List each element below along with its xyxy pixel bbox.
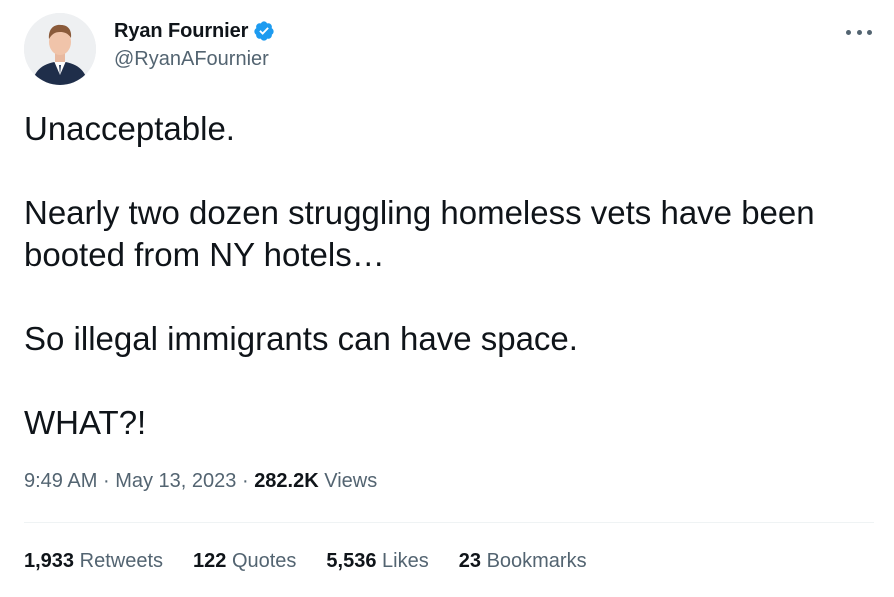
retweets-count: 1,933 [24, 550, 75, 572]
tweet-meta: 9:49 AM · May 13, 2023 · 282.2K Views [24, 470, 377, 493]
more-dot [867, 29, 872, 35]
meta-separator: · [102, 470, 110, 492]
divider [24, 522, 874, 523]
more-dot [846, 29, 851, 35]
tweet-paragraph: So illegal immigrants can have space. [24, 320, 578, 357]
avatar[interactable] [24, 13, 96, 85]
more-dot [856, 29, 862, 35]
author-name-row: Ryan Fournier [114, 16, 275, 46]
bookmarks-count: 23 [458, 550, 481, 572]
likes-count: 5,536 [326, 550, 377, 572]
meta-separator: · [241, 470, 249, 492]
more-horizontal-icon[interactable] [846, 22, 872, 42]
likes-label: Likes [382, 550, 429, 572]
tweet-date[interactable]: May 13, 2023 [115, 470, 236, 492]
views-count: 282.2K [254, 470, 319, 492]
quotes-stat[interactable]: 122 Quotes [193, 550, 296, 573]
quotes-label: Quotes [231, 550, 297, 572]
bookmarks-stat[interactable]: 23 Bookmarks [459, 550, 587, 573]
verified-badge-icon [253, 20, 275, 42]
retweets-label: Retweets [79, 550, 163, 572]
tweet-text: Unacceptable. Nearly two dozen strugglin… [24, 108, 874, 444]
tweet-time[interactable]: 9:49 AM [24, 470, 97, 492]
author-display-name[interactable]: Ryan Fournier [114, 20, 248, 43]
tweet-paragraph: Unacceptable. [24, 110, 235, 147]
engagement-stats: 1,933 Retweets 122 Quotes 5,536 Likes 23… [24, 550, 617, 573]
bookmarks-label: Bookmarks [486, 550, 587, 572]
retweets-stat[interactable]: 1,933 Retweets [24, 550, 163, 573]
quotes-count: 122 [193, 550, 227, 572]
author-block: Ryan Fournier @RyanAFournier [114, 16, 275, 71]
likes-stat[interactable]: 5,536 Likes [326, 550, 428, 573]
author-handle[interactable]: @RyanAFournier [114, 48, 275, 71]
views-label: Views [324, 470, 378, 492]
tweet-paragraph: WHAT?! [24, 404, 147, 441]
tweet-card: Ryan Fournier @RyanAFournier Unacceptabl… [0, 0, 894, 597]
tweet-paragraph: Nearly two dozen struggling homeless vet… [24, 194, 815, 273]
